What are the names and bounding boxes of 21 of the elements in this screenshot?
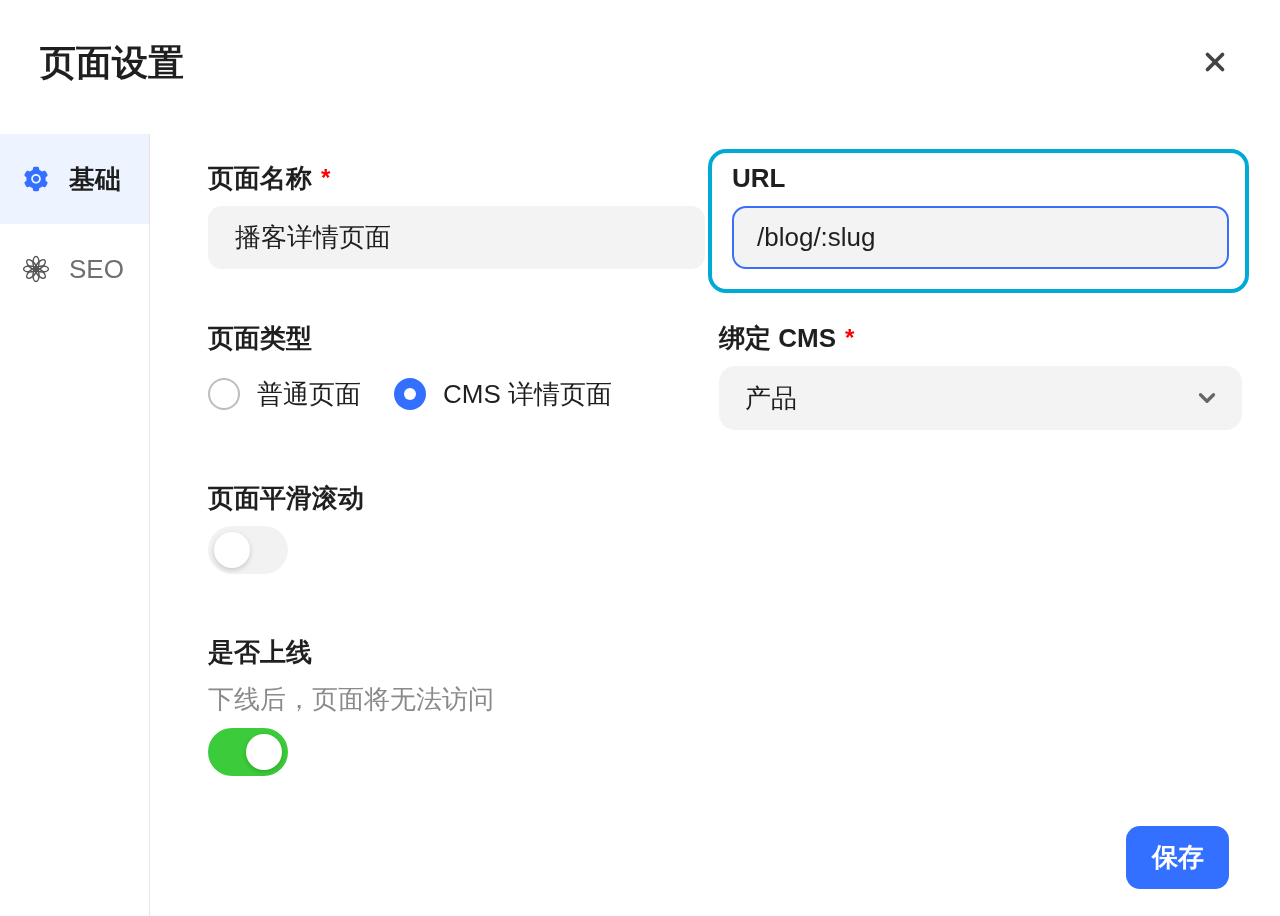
text-field[interactable]: 播客详情页面	[208, 206, 705, 269]
gear-icon	[22, 165, 50, 193]
field-label: 绑定 CMS	[719, 322, 836, 355]
flower-icon	[22, 255, 50, 283]
save-button[interactable]: 保存	[1126, 826, 1229, 889]
toggle-switch[interactable]	[208, 526, 288, 574]
select-field[interactable]: 产品	[719, 366, 1242, 430]
field-label: 是否上线	[208, 636, 312, 669]
dialog-title: 页面设置	[40, 41, 184, 85]
field-label: 页面类型	[208, 322, 312, 355]
required-mark: *	[845, 323, 855, 353]
text-field[interactable]: /blog/:slug	[732, 206, 1229, 269]
field-description: 下线后，页面将无法访问	[208, 683, 494, 716]
required-mark: *	[321, 163, 331, 193]
radio-option[interactable]: 普通页面	[208, 374, 361, 414]
field-label: 页面名称	[208, 162, 312, 195]
field-label: URL	[732, 162, 786, 195]
sidebar-tab[interactable]: 基础	[0, 134, 149, 224]
toggle-switch[interactable]	[208, 728, 288, 776]
radio-option[interactable]: CMS 详情页面	[394, 374, 612, 414]
field-label: 页面平滑滚动	[208, 482, 364, 515]
